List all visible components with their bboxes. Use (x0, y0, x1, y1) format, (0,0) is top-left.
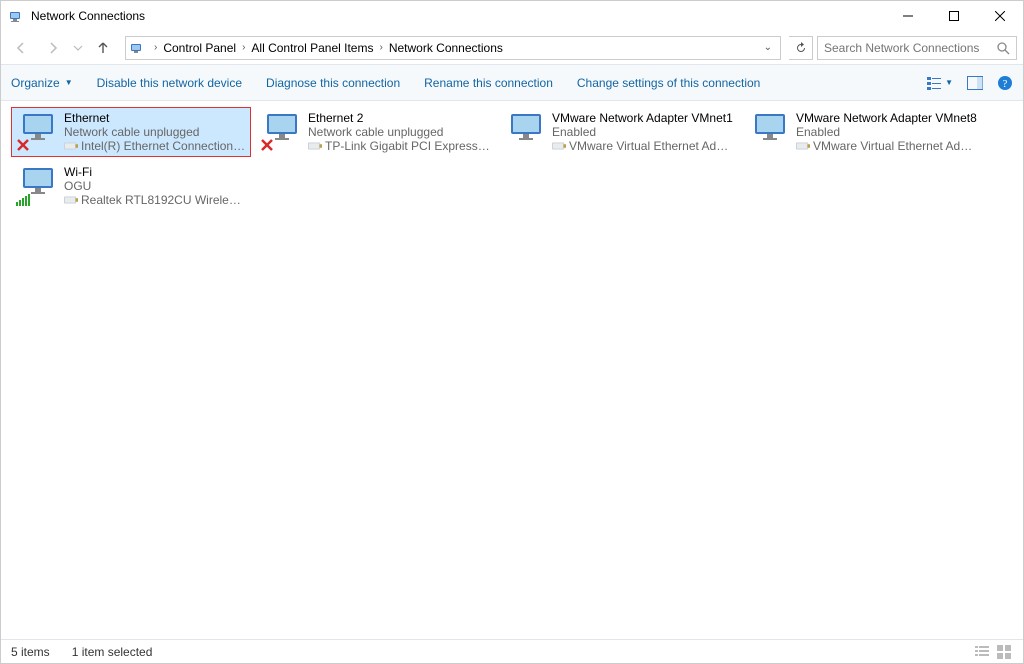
refresh-button[interactable] (789, 36, 813, 60)
network-adapter-icon (16, 164, 64, 208)
connection-status: Network cable unplugged (308, 125, 490, 139)
connection-item[interactable]: VMware Network Adapter VMnet1 Enabled VM… (499, 107, 739, 157)
close-button[interactable] (977, 1, 1023, 31)
change-settings-button[interactable]: Change settings of this connection (577, 76, 760, 90)
search-box[interactable] (817, 36, 1017, 60)
status-item-count: 5 items (11, 645, 50, 659)
nic-icon (552, 141, 566, 151)
nav-forward-button[interactable] (39, 34, 67, 62)
connection-device: VMware Virtual Ethernet Adapter ... (813, 139, 978, 153)
network-adapter-icon (260, 110, 308, 154)
window-title: Network Connections (31, 9, 885, 23)
app-icon (9, 8, 25, 24)
network-adapter-icon (748, 110, 796, 154)
nav-up-button[interactable] (89, 34, 117, 62)
connection-item[interactable]: VMware Network Adapter VMnet8 Enabled VM… (743, 107, 983, 157)
navbar: › Control Panel › All Control Panel Item… (1, 31, 1023, 65)
connection-name: VMware Network Adapter VMnet1 (552, 111, 734, 125)
view-mode-buttons (975, 645, 1013, 659)
command-bar: Organize Disable this network device Dia… (1, 65, 1023, 101)
connections-view[interactable]: Ethernet Network cable unplugged Intel(R… (1, 101, 1023, 639)
connection-device: Intel(R) Ethernet Connection I217-V (81, 139, 246, 153)
rename-connection-button[interactable]: Rename this connection (424, 76, 553, 90)
network-adapter-icon (16, 110, 64, 154)
connection-details: VMware Network Adapter VMnet1 Enabled VM… (552, 111, 734, 153)
connection-name: VMware Network Adapter VMnet8 (796, 111, 978, 125)
nic-icon (796, 141, 810, 151)
status-bar: 5 items 1 item selected (1, 639, 1023, 663)
breadcrumb[interactable]: › Control Panel › All Control Panel Item… (125, 36, 781, 60)
crumb-control-panel[interactable]: Control Panel (159, 41, 240, 55)
svg-text:?: ? (1003, 78, 1008, 90)
connection-status: Enabled (796, 125, 978, 139)
connection-item[interactable]: Ethernet Network cable unplugged Intel(R… (11, 107, 251, 157)
connection-details: Ethernet Network cable unplugged Intel(R… (64, 111, 246, 153)
connection-device: VMware Virtual Ethernet Adapter ... (569, 139, 734, 153)
connection-device: TP-Link Gigabit PCI Express Adap... (325, 139, 490, 153)
connection-status: Network cable unplugged (64, 125, 246, 139)
location-icon (130, 40, 146, 56)
connection-details: Wi-Fi OGU Realtek RTL8192CU Wireless LAN… (64, 165, 246, 207)
connection-item[interactable]: Ethernet 2 Network cable unplugged TP-Li… (255, 107, 495, 157)
address-dropdown-button[interactable]: ⌄ (760, 42, 776, 53)
disable-device-button[interactable]: Disable this network device (97, 76, 242, 90)
preview-pane-button[interactable] (967, 76, 983, 90)
view-options-button[interactable]: ▼ (927, 76, 953, 90)
details-view-button[interactable] (975, 645, 991, 659)
connection-item[interactable]: Wi-Fi OGU Realtek RTL8192CU Wireless LAN… (11, 161, 251, 211)
status-selected-count: 1 item selected (72, 645, 153, 659)
crumb-all-items[interactable]: All Control Panel Items (247, 41, 377, 55)
help-button[interactable]: ? (997, 75, 1013, 91)
organize-menu[interactable]: Organize (11, 76, 73, 90)
large-icons-view-button[interactable] (997, 645, 1013, 659)
connection-status: Enabled (552, 125, 734, 139)
search-input[interactable] (824, 41, 990, 55)
connection-name: Ethernet 2 (308, 111, 490, 125)
network-adapter-icon (504, 110, 552, 154)
nav-recent-button[interactable] (71, 34, 85, 62)
chevron-right-icon[interactable]: › (379, 42, 382, 53)
chevron-right-icon[interactable]: › (154, 42, 157, 53)
nav-back-button[interactable] (7, 34, 35, 62)
nic-icon (64, 195, 78, 205)
search-icon[interactable] (996, 41, 1010, 55)
window-controls (885, 1, 1023, 31)
connection-name: Ethernet (64, 111, 246, 125)
connection-details: Ethernet 2 Network cable unplugged TP-Li… (308, 111, 490, 153)
connection-status: OGU (64, 179, 246, 193)
titlebar: Network Connections (1, 1, 1023, 31)
maximize-button[interactable] (931, 1, 977, 31)
chevron-right-icon[interactable]: › (242, 42, 245, 53)
nic-icon (64, 141, 78, 151)
crumb-network-connections[interactable]: Network Connections (385, 41, 507, 55)
diagnose-connection-button[interactable]: Diagnose this connection (266, 76, 400, 90)
connection-name: Wi-Fi (64, 165, 246, 179)
connection-device: Realtek RTL8192CU Wireless LAN ... (81, 193, 246, 207)
nic-icon (308, 141, 322, 151)
connection-details: VMware Network Adapter VMnet8 Enabled VM… (796, 111, 978, 153)
minimize-button[interactable] (885, 1, 931, 31)
